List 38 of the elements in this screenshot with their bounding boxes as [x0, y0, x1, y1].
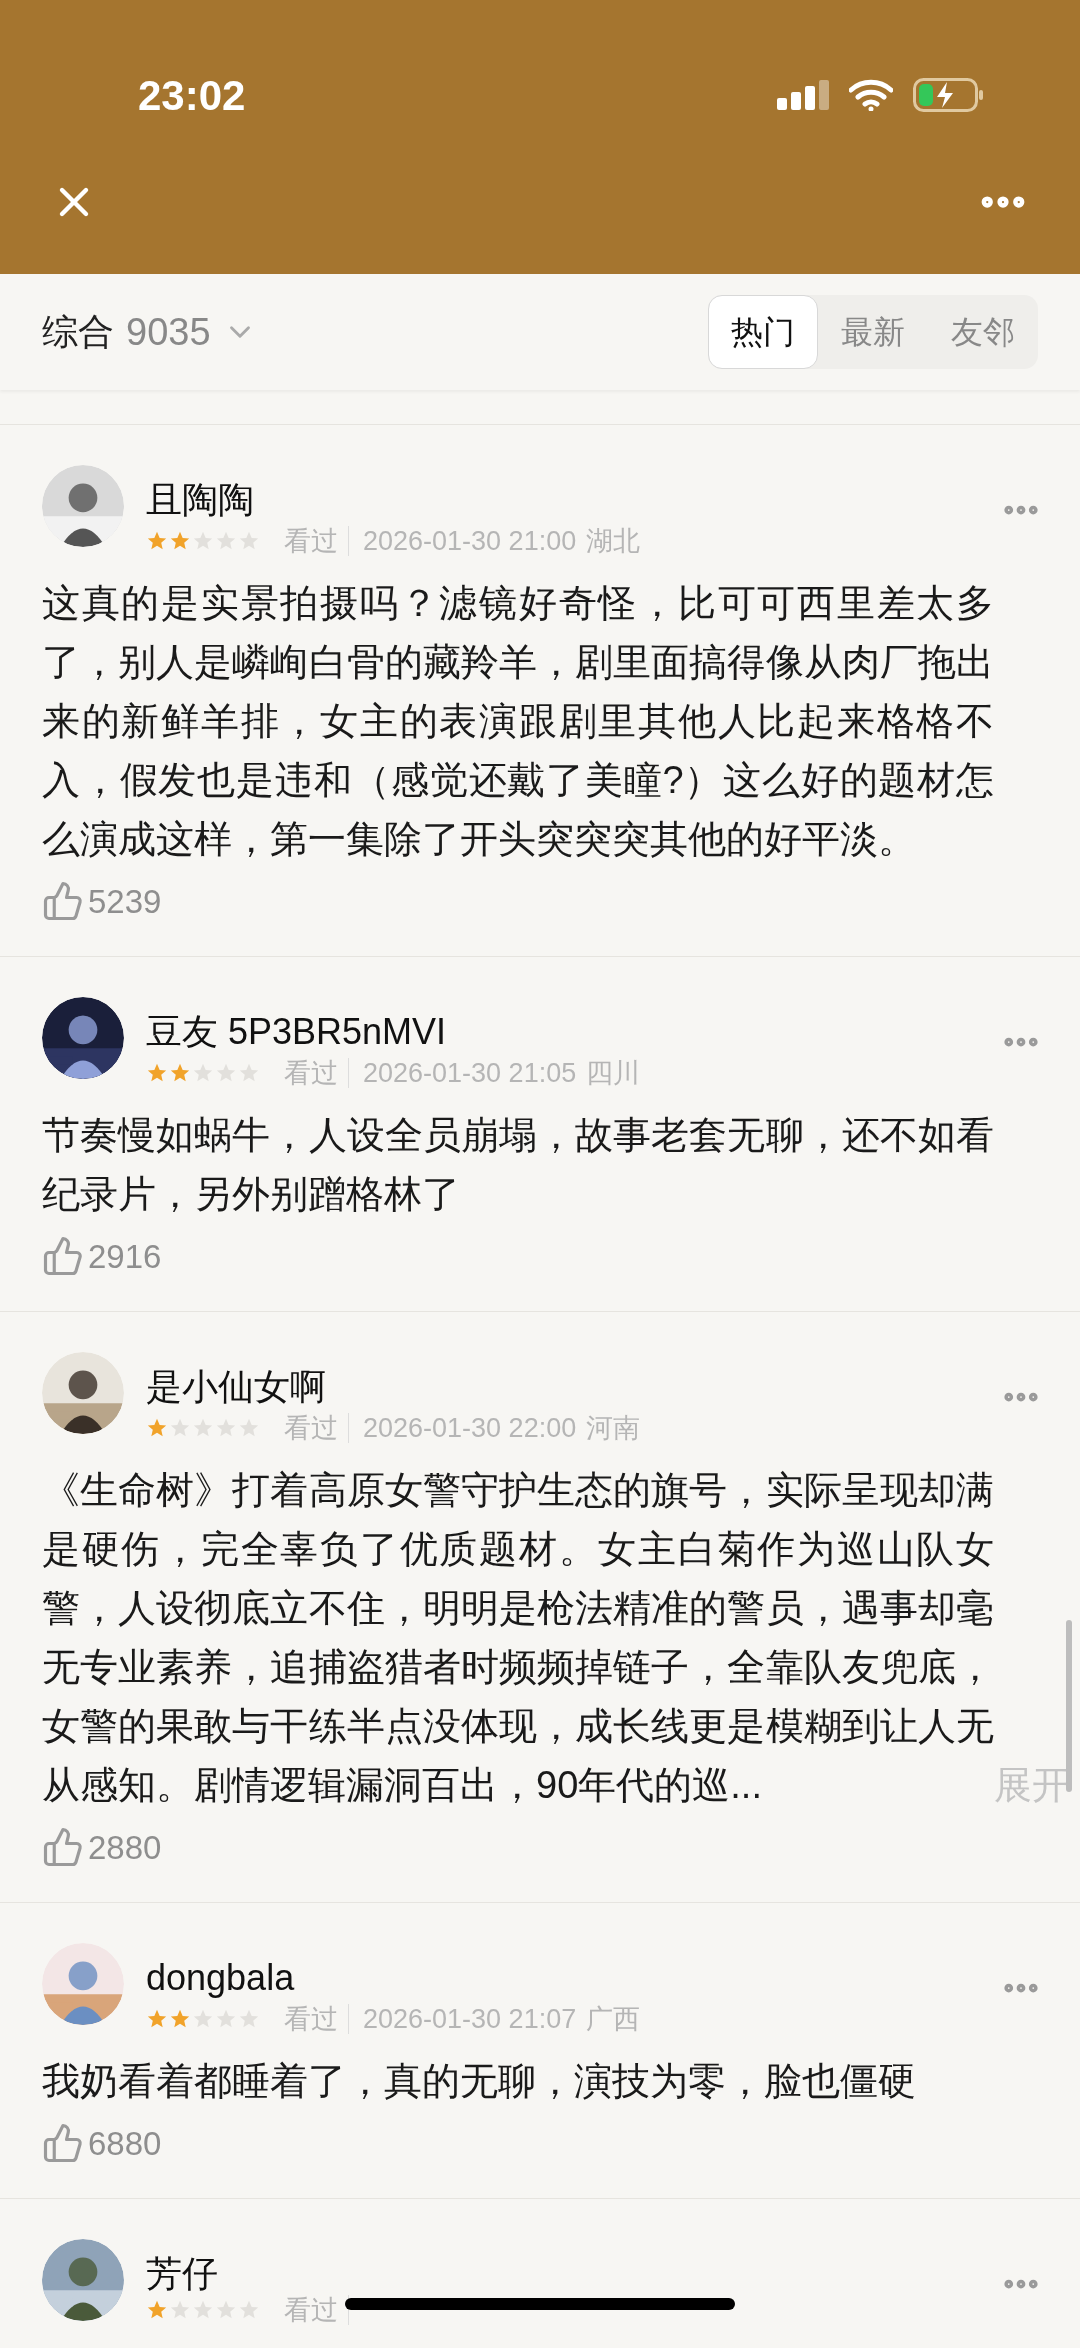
- battery-charging-icon: [913, 78, 985, 112]
- star-icon: [146, 2299, 168, 2321]
- comment-text: 节奏慢如蜗牛，人设全员崩塌，故事老套无聊，还不如看纪录片，另外别蹭格林了: [42, 1112, 994, 1217]
- thumbs-up-icon[interactable]: [42, 880, 84, 923]
- comment-location: 广西: [586, 2003, 641, 2036]
- comment-date: 2026-01-30 22:00: [363, 1412, 577, 1445]
- user-name[interactable]: dongbala: [146, 1954, 295, 2002]
- wifi-icon: [849, 79, 893, 111]
- comment-location: 湖北: [586, 525, 641, 558]
- scrollbar[interactable]: [1066, 1620, 1072, 1792]
- comment-count: 9035: [126, 309, 211, 355]
- watch-status: 看过: [274, 1413, 349, 1444]
- sort-tab[interactable]: 热门: [708, 295, 818, 369]
- filter-label[interactable]: 综合: [42, 305, 114, 359]
- like-count: 6880: [88, 2123, 162, 2164]
- signal-icon: [777, 80, 829, 110]
- like-count: 2880: [88, 1827, 162, 1868]
- like-count: 2916: [88, 1236, 162, 1277]
- watch-status: 看过: [274, 526, 349, 557]
- comment-date: 2026-01-30 21:05: [363, 1057, 577, 1090]
- comment-location: 四川: [586, 1057, 641, 1090]
- user-name[interactable]: 芳仔: [146, 2250, 218, 2298]
- user-name[interactable]: 是小仙女啊: [146, 1363, 326, 1411]
- watch-status: 看过: [274, 1058, 349, 1089]
- user-name[interactable]: 且陶陶: [146, 476, 254, 524]
- status-time: 23:02: [138, 70, 246, 121]
- thumbs-up-icon[interactable]: [42, 1235, 84, 1278]
- watch-status: 看过: [274, 2004, 349, 2035]
- comment-text: 我奶看着都睡着了，真的无聊，演技为零，脸也僵硬: [42, 2058, 917, 2104]
- thumbs-up-icon[interactable]: [42, 1826, 84, 1869]
- like-count: 5239: [88, 881, 162, 922]
- thumbs-up-icon[interactable]: [42, 2122, 84, 2165]
- comment-location: 河南: [586, 1412, 641, 1445]
- user-name[interactable]: 豆友 5P3BR5nMVI: [146, 1008, 447, 1056]
- comment-date: 2026-01-30 21:07: [363, 2003, 577, 2036]
- comment-text: 《生命树》打着高原女警守护生态的旗号，实际呈现却满是硬伤，完全辜负了优质题材。女主白菊作为巡山队女警，人设彻底立不住，明明是枪法精准的警员，遇事却毫无专业素养，追捕盗猎者时频频掉链子，全靠队友兜底，女警的果敢与干练半点没体现，成长线更是模糊到让人无从感知。剧情逻辑漏洞百出，90年代的巡...: [42, 1467, 994, 1808]
- comment-text: 这真的是实景拍摄吗？滤镜好奇怪，比可可西里差太多了，别人是嶙峋白骨的藏羚羊，剧里面搞得像从肉厂拖出来的新鲜羊排，女主的表演跟剧里其他人比起来格格不入，假发也是违和（感觉还戴了美瞳?）这么好的题材怎么演成这样，第一集除了开头突突突其他的好平淡。: [42, 580, 994, 862]
- comment-date: 2026-01-30 21:00: [363, 525, 577, 558]
